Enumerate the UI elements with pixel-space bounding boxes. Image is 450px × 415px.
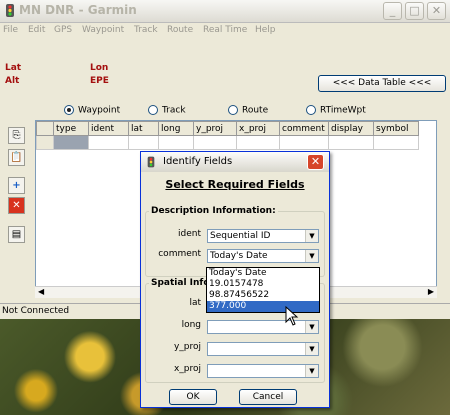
comment-select[interactable]: Today's Date ▼ bbox=[207, 249, 319, 263]
radio-dot-icon bbox=[148, 105, 158, 115]
title-bar: MN DNR - Garmin _ □ ✕ bbox=[0, 0, 450, 23]
maximize-button[interactable]: □ bbox=[405, 2, 424, 20]
connection-status: Not Connected bbox=[2, 306, 70, 316]
chevron-down-icon[interactable]: ▼ bbox=[305, 321, 318, 333]
dialog-heading: Select Required Fields bbox=[165, 178, 305, 191]
epe-label: EPE bbox=[90, 76, 109, 86]
x-proj-select[interactable]: ▼ bbox=[207, 364, 319, 378]
long-select[interactable]: ▼ bbox=[207, 320, 319, 334]
ident-select[interactable]: Sequential ID ▼ bbox=[207, 229, 319, 243]
long-field-label: long bbox=[181, 320, 201, 330]
menu-file[interactable]: File bbox=[3, 25, 18, 35]
radio-route[interactable]: Route bbox=[228, 105, 268, 116]
column-header[interactable]: comment bbox=[279, 121, 329, 136]
data-table-button[interactable]: <<< Data Table <<< bbox=[318, 75, 446, 92]
menu-real-time[interactable]: Real Time bbox=[203, 25, 247, 35]
column-header[interactable]: long bbox=[158, 121, 194, 136]
chevron-down-icon[interactable]: ▼ bbox=[305, 343, 318, 355]
column-header[interactable]: x_proj bbox=[236, 121, 280, 136]
ok-button[interactable]: OK bbox=[169, 389, 217, 405]
properties-icon[interactable]: ▤ bbox=[8, 226, 25, 243]
radio-waypoint[interactable]: Waypoint bbox=[64, 105, 120, 116]
radio-dot-icon bbox=[64, 105, 74, 115]
add-icon[interactable]: + bbox=[8, 177, 25, 194]
column-header[interactable]: ident bbox=[88, 121, 129, 136]
column-header[interactable]: display bbox=[328, 121, 374, 136]
dropdown-option-selected[interactable]: 377.000 bbox=[207, 301, 319, 312]
x-proj-label: x_proj bbox=[173, 364, 201, 374]
menu-edit[interactable]: Edit bbox=[28, 25, 45, 35]
dialog-title: Identify Fields bbox=[163, 156, 233, 167]
lon-label: Lon bbox=[90, 63, 109, 73]
scroll-right-icon[interactable]: ▶ bbox=[428, 287, 434, 296]
chevron-down-icon[interactable]: ▼ bbox=[305, 250, 318, 262]
alt-label: Alt bbox=[5, 76, 20, 86]
spatial-group-label: Spatial Info bbox=[149, 278, 212, 288]
scroll-left-icon[interactable]: ◀ bbox=[38, 287, 44, 296]
ident-label: ident bbox=[178, 229, 201, 239]
description-group-label: Description Information: bbox=[149, 206, 278, 216]
y-proj-label: y_proj bbox=[173, 342, 201, 352]
radio-dot-icon bbox=[306, 105, 316, 115]
app-icon bbox=[6, 4, 14, 17]
menu-help[interactable]: Help bbox=[255, 25, 276, 35]
chevron-down-icon[interactable]: ▼ bbox=[305, 365, 318, 377]
dropdown-option[interactable]: 98.87456522 bbox=[207, 290, 319, 301]
dropdown-option[interactable]: Today's Date bbox=[207, 268, 319, 279]
menu-bar: File Edit GPS Waypoint Track Route Real … bbox=[0, 22, 450, 40]
menu-gps[interactable]: GPS bbox=[54, 25, 72, 35]
chevron-down-icon[interactable]: ▼ bbox=[305, 230, 318, 242]
menu-route[interactable]: Route bbox=[167, 25, 193, 35]
radio-dot-icon bbox=[228, 105, 238, 115]
column-header[interactable]: lat bbox=[128, 121, 159, 136]
table-row[interactable] bbox=[36, 135, 419, 150]
app-icon bbox=[147, 156, 155, 168]
minimize-button[interactable]: _ bbox=[383, 2, 402, 20]
dialog-title-bar: Identify Fields ✕ bbox=[141, 152, 329, 172]
radio-rtimewpt[interactable]: RTimeWpt bbox=[306, 105, 366, 116]
menu-waypoint[interactable]: Waypoint bbox=[82, 25, 124, 35]
menu-track[interactable]: Track bbox=[134, 25, 158, 35]
radio-track[interactable]: Track bbox=[148, 105, 186, 116]
mouse-cursor-icon bbox=[285, 306, 299, 326]
column-header[interactable]: y_proj bbox=[193, 121, 237, 136]
lat-label: Lat bbox=[5, 63, 22, 73]
cancel-button[interactable]: Cancel bbox=[239, 389, 297, 405]
close-button[interactable]: ✕ bbox=[427, 2, 446, 20]
copy-icon[interactable]: ⎘ bbox=[8, 127, 25, 144]
column-header[interactable]: symbol bbox=[373, 121, 419, 136]
y-proj-select[interactable]: ▼ bbox=[207, 342, 319, 356]
window-title: MN DNR - Garmin bbox=[19, 3, 137, 17]
dialog-close-button[interactable]: ✕ bbox=[307, 154, 324, 170]
delete-icon[interactable]: ✕ bbox=[8, 197, 25, 214]
dropdown-option[interactable]: 19.0157478 bbox=[207, 279, 319, 290]
lat-field-label: lat bbox=[189, 298, 201, 308]
grid-corner bbox=[36, 121, 54, 136]
grid-header-row: type ident lat long y_proj x_proj commen… bbox=[36, 121, 419, 136]
comment-label: comment bbox=[158, 249, 201, 259]
paste-icon[interactable]: 📋 bbox=[8, 149, 25, 166]
column-header[interactable]: type bbox=[53, 121, 89, 136]
comment-dropdown-list: Today's Date 19.0157478 98.87456522 377.… bbox=[206, 267, 320, 313]
